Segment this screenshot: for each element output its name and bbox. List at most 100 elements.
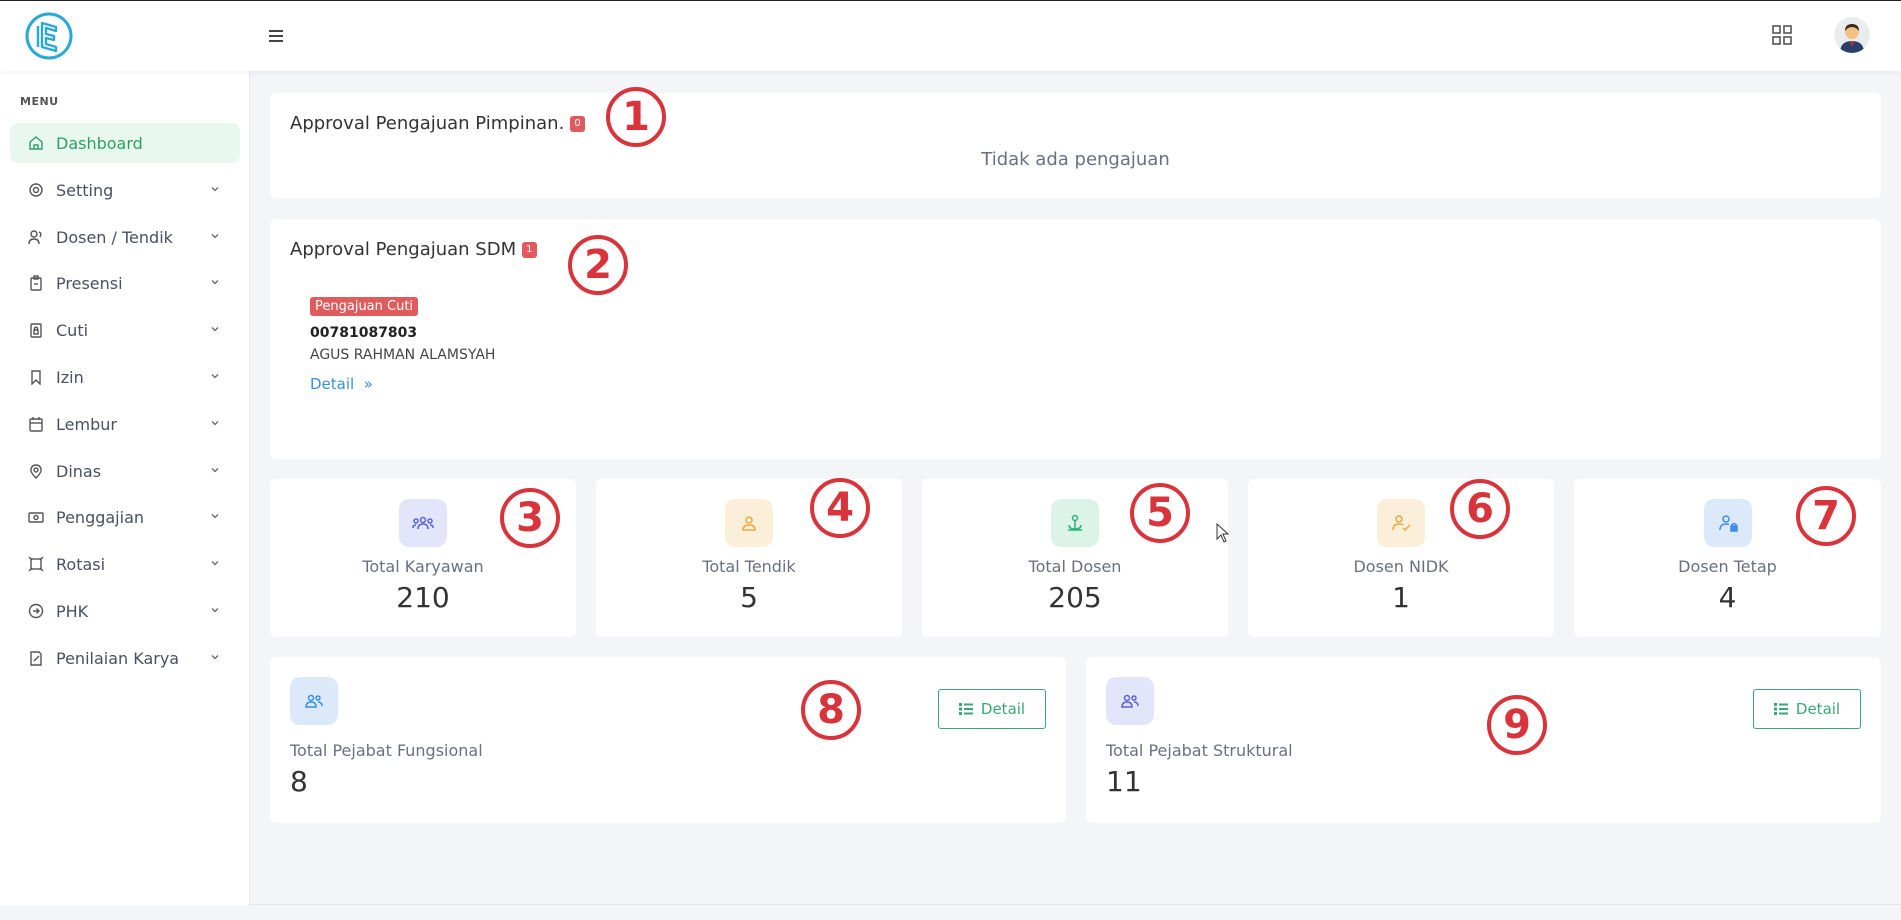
sidebar-item-label: Dosen / Tendik — [56, 227, 173, 247]
annotation-marker: 9 — [1487, 695, 1547, 755]
chevron-down-icon — [211, 280, 219, 285]
annotation-marker: 8 — [801, 680, 861, 740]
bookmark-icon — [31, 370, 41, 385]
approval-sdm-card: Approval Pengajuan SDM 1 Pengajuan Cuti 0… — [270, 219, 1881, 459]
sidebar-item-setting[interactable]: Setting — [10, 170, 240, 210]
double-chevron-right-icon: » — [358, 375, 373, 393]
chevron-down-icon — [211, 608, 219, 613]
stat-label: Dosen NIDK — [1353, 557, 1449, 576]
sidebar-item-label: PHK — [56, 601, 89, 621]
annotation-marker: 4 — [810, 478, 870, 538]
list-icon — [958, 703, 973, 715]
file-lock-icon — [30, 323, 42, 338]
mouse-cursor-icon — [1216, 523, 1230, 543]
chevron-down-icon — [211, 234, 219, 239]
apps-grid-icon[interactable] — [1772, 25, 1794, 47]
request-type-tag: Pengajuan Cuti — [310, 297, 419, 316]
chevron-down-icon — [211, 561, 219, 566]
pejabat-struktural-card: Total Pejabat Struktural 11 Detail — [1086, 657, 1881, 823]
pejabat-fungsional-card: Total Pejabat Fungsional 8 Detail — [270, 657, 1066, 823]
pejabat-label: Total Pejabat Fungsional — [290, 741, 483, 760]
top-bar — [0, 1, 1901, 71]
user-lock-icon — [1704, 499, 1752, 547]
stat-value: 210 — [396, 581, 450, 614]
user-icon — [725, 499, 773, 547]
status-badge: 1 — [522, 242, 537, 258]
money-icon — [28, 512, 44, 523]
user-anchor-icon — [1051, 499, 1099, 547]
annotation-marker: 2 — [568, 235, 628, 295]
stat-value: 1 — [1392, 581, 1410, 614]
user-avatar[interactable] — [1834, 17, 1870, 53]
gear-icon — [29, 183, 43, 197]
sidebar-item-label: Penilaian Karya — [56, 648, 180, 668]
sidebar-item-label: Dashboard — [56, 133, 143, 153]
sidebar-item-presensi[interactable]: Presensi — [10, 263, 240, 303]
sidebar-item-lembur[interactable]: Lembur — [10, 404, 240, 444]
sidebar-item-label: Izin — [56, 367, 84, 387]
users-icon — [28, 230, 42, 245]
sidebar-item-label: Cuti — [56, 320, 89, 340]
chevron-down-icon — [211, 327, 219, 332]
calendar-icon — [29, 417, 43, 432]
approval-pimpinan-title-text: Approval Pengajuan Pimpinan. — [290, 113, 565, 134]
chevron-down-icon — [211, 187, 219, 192]
annotation-marker: 1 — [606, 87, 666, 147]
annotation-marker: 3 — [500, 488, 560, 548]
detail-button-label: Detail — [980, 700, 1026, 718]
sidebar-item-cuti[interactable]: Cuti — [10, 310, 240, 350]
chevron-down-icon — [211, 655, 219, 660]
sidebar-item-dashboard[interactable]: Dashboard — [10, 123, 240, 163]
sidebar-item-label: Setting — [56, 180, 114, 200]
pejabat-struktural-detail-button[interactable]: Detail — [1753, 689, 1861, 729]
user-check-icon — [1377, 499, 1425, 547]
chevron-down-icon — [211, 374, 219, 379]
logout-icon — [28, 603, 44, 619]
stat-value: 4 — [1718, 581, 1737, 614]
rotate-icon — [28, 556, 44, 572]
sidebar-item-dosen-tendik[interactable]: Dosen / Tendik — [10, 217, 240, 257]
sidebar-item-phk[interactable]: PHK — [10, 591, 240, 631]
sidebar-item-rotasi[interactable]: Rotasi — [10, 544, 240, 584]
sidebar-item-label: Lembur — [56, 414, 117, 434]
sidebar-item-izin[interactable]: Izin — [10, 357, 240, 397]
pejabat-value: 11 — [1106, 765, 1142, 798]
stat-label: Total Dosen — [1028, 557, 1122, 576]
detail-link-label: Detail — [310, 375, 355, 393]
edit-doc-icon — [30, 651, 42, 666]
annotation-marker: 7 — [1796, 486, 1856, 546]
stat-value: 5 — [740, 581, 758, 614]
list-icon — [1773, 703, 1788, 715]
sidebar: MENU Dashboard Setting Dosen / Tendik Pr… — [0, 71, 250, 905]
approval-sdm-title-text: Approval Pengajuan SDM — [290, 239, 517, 260]
clipboard-icon — [30, 275, 42, 291]
users-icon — [290, 677, 338, 725]
pejabat-fungsional-detail-button[interactable]: Detail — [938, 689, 1046, 729]
detail-button-label: Detail — [1795, 700, 1841, 718]
hamburger-menu-icon[interactable] — [264, 23, 288, 47]
sidebar-item-penggajian[interactable]: Penggajian — [10, 497, 240, 537]
stat-value: 205 — [1048, 581, 1102, 614]
sidebar-item-penilaian-karya[interactable]: Penilaian Karya — [10, 638, 240, 678]
menu-title: MENU — [20, 95, 59, 108]
request-detail-link[interactable]: Detail » — [310, 375, 373, 393]
request-nik: 00781087803 — [310, 325, 418, 341]
stat-label: Total Karyawan — [362, 557, 484, 576]
chevron-down-icon — [211, 468, 219, 473]
sidebar-item-label: Dinas — [56, 461, 102, 481]
annotation-marker: 6 — [1450, 479, 1510, 539]
chevron-down-icon — [211, 514, 219, 519]
app-logo[interactable] — [24, 11, 74, 61]
approval-pimpinan-title: Approval Pengajuan Pimpinan. 0 — [290, 113, 585, 134]
stat-label: Total Tendik — [702, 557, 796, 576]
chevron-down-icon — [211, 421, 219, 426]
status-badge: 0 — [570, 116, 585, 132]
approval-pimpinan-card: Approval Pengajuan Pimpinan. 0 Tidak ada … — [270, 93, 1881, 198]
footer-divider — [250, 904, 1901, 905]
approval-sdm-title: Approval Pengajuan SDM 1 — [290, 239, 537, 260]
sidebar-item-dinas[interactable]: Dinas — [10, 451, 240, 491]
pejabat-label: Total Pejabat Struktural — [1106, 741, 1293, 760]
users-group-icon — [399, 499, 447, 547]
home-icon — [29, 136, 43, 150]
pejabat-value: 8 — [290, 765, 308, 798]
